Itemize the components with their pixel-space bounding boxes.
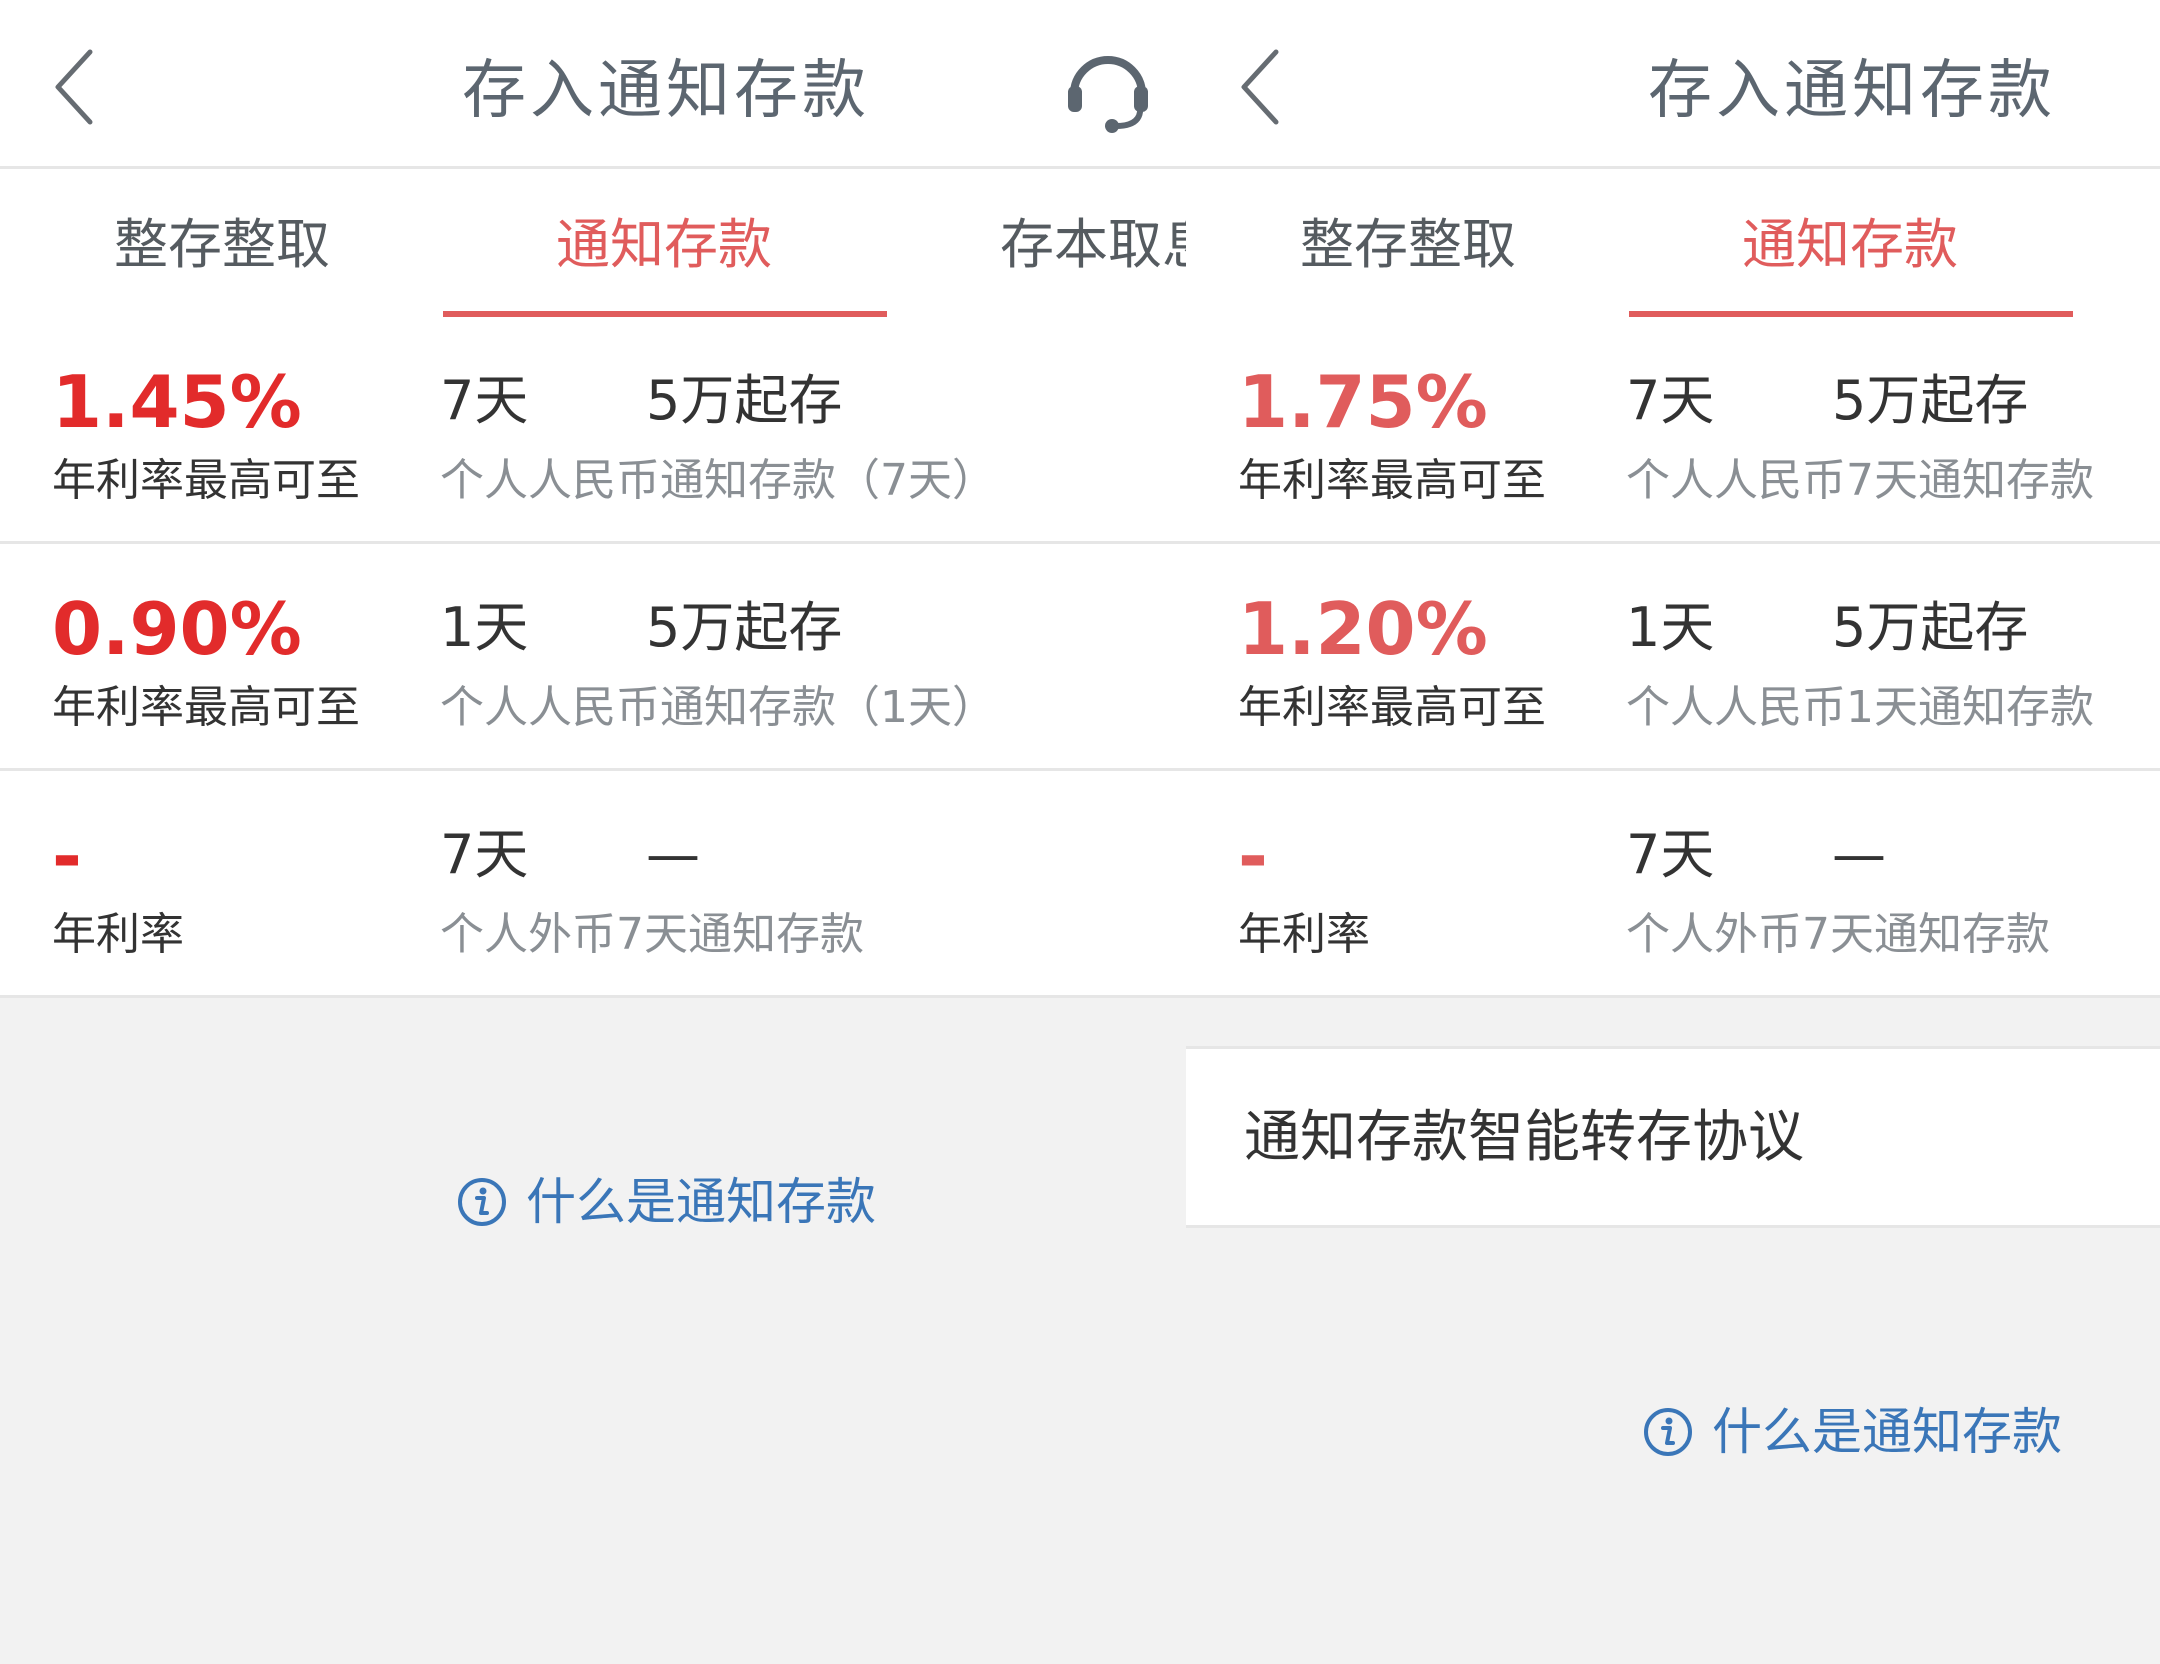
agreement-label: 通知存款智能转存协议 [1244,1105,1804,1170]
rate-value: 1.20% [1238,587,1488,671]
what-is-notice-deposit-link[interactable]: 什么是通知存款 [1642,1400,2062,1464]
product-name: 个人外币7天通知存款 [1626,909,2050,960]
period: 7天 [440,369,529,432]
tab-lump-sum[interactable]: 整存整取 [114,213,330,277]
chevron-left-icon [1241,49,1279,125]
product-row[interactable]: - 年利率 7天 — 个人外币7天通知存款 [1186,771,2160,998]
product-row[interactable]: 0.90% 年利率最高可至 1天 5万起存 个人人民币通知存款（1天） [0,544,1186,771]
rate-label: 年利率最高可至 [52,682,360,733]
product-list: 1.45% 年利率最高可至 7天 5万起存 个人人民币通知存款（7天） 0.90… [0,317,1186,998]
product-name: 个人人民币1天通知存款 [1626,682,2094,733]
product-name: 个人外币7天通知存款 [440,909,864,960]
period: 7天 [1626,369,1715,432]
tab-notice-deposit[interactable]: 通知存款 [556,213,772,277]
back-button[interactable] [1232,42,1296,132]
info-icon [1644,1408,1692,1456]
period: 7天 [1626,823,1715,886]
rate-label: 年利率最高可至 [52,455,360,506]
header: 存入通知存款 [1186,0,2160,169]
rate-value: 1.45% [52,360,302,444]
what-is-notice-deposit-link[interactable]: 什么是通知存款 [456,1170,876,1234]
product-row[interactable]: 1.75% 年利率最高可至 7天 5万起存 个人人民币7天通知存款 [1186,317,2160,544]
tab-bar: 整存整取 通知存款 [1186,169,2160,318]
chevron-left-icon [55,49,93,125]
smart-transfer-agreement[interactable]: 通知存款智能转存协议 [1186,1046,2160,1228]
product-name: 个人人民币通知存款（1天） [440,682,996,733]
rate-label: 年利率 [1238,909,1370,960]
period: 1天 [1626,596,1715,659]
help-link-text: 什么是通知存款 [526,1173,876,1231]
screen-right: 存入通知存款 整存整取 通知存款 1.75% 年利率最高可至 7天 5万起存 个… [1186,0,2160,1664]
tab-interest-withdrawal[interactable]: 存本取息 [1000,213,1186,277]
product-row[interactable]: - 年利率 7天 — 个人外币7天通知存款 [0,771,1186,998]
header: 存入通知存款 [0,0,1186,169]
customer-service-button[interactable] [1060,40,1156,136]
tab-notice-deposit[interactable]: 通知存款 [1742,213,1958,277]
page-title: 存入通知存款 [462,54,870,128]
rate-label: 年利率最高可至 [1238,682,1546,733]
rate-value: 1.75% [1238,360,1488,444]
product-name: 个人人民币通知存款（7天） [440,455,996,506]
tab-bar: 整存整取 通知存款 存本取息 [0,169,1186,318]
min-amount: 5万起存 [646,596,843,659]
min-amount: 5万起存 [1832,596,2029,659]
info-icon [458,1178,506,1226]
product-row[interactable]: 1.45% 年利率最高可至 7天 5万起存 个人人民币通知存款（7天） [0,317,1186,544]
min-amount: 5万起存 [1832,369,2029,432]
tab-lump-sum[interactable]: 整存整取 [1300,213,1516,277]
screen-left: 存入通知存款 整存整取 通知存款 存本取息 1.45% 年利率最高可至 [0,0,1186,1664]
rate-label: 年利率 [52,909,184,960]
rate-value: - [1238,814,1268,898]
page-title: 存入通知存款 [1648,54,2056,128]
product-list: 1.75% 年利率最高可至 7天 5万起存 个人人民币7天通知存款 1.20% … [1186,317,2160,998]
period: 7天 [440,823,529,886]
rate-value: 0.90% [52,587,302,671]
period: 1天 [440,596,529,659]
headset-icon [1068,56,1148,133]
back-button[interactable] [46,42,110,132]
rate-value: - [52,814,82,898]
screens: 存入通知存款 整存整取 通知存款 存本取息 1.45% 年利率最高可至 [0,0,2160,1664]
rate-label: 年利率最高可至 [1238,455,1546,506]
min-amount: — [646,823,700,886]
help-link-text: 什么是通知存款 [1712,1403,2062,1461]
product-row[interactable]: 1.20% 年利率最高可至 1天 5万起存 个人人民币1天通知存款 [1186,544,2160,771]
min-amount: 5万起存 [646,369,843,432]
min-amount: — [1832,823,1886,886]
product-name: 个人人民币7天通知存款 [1626,455,2094,506]
